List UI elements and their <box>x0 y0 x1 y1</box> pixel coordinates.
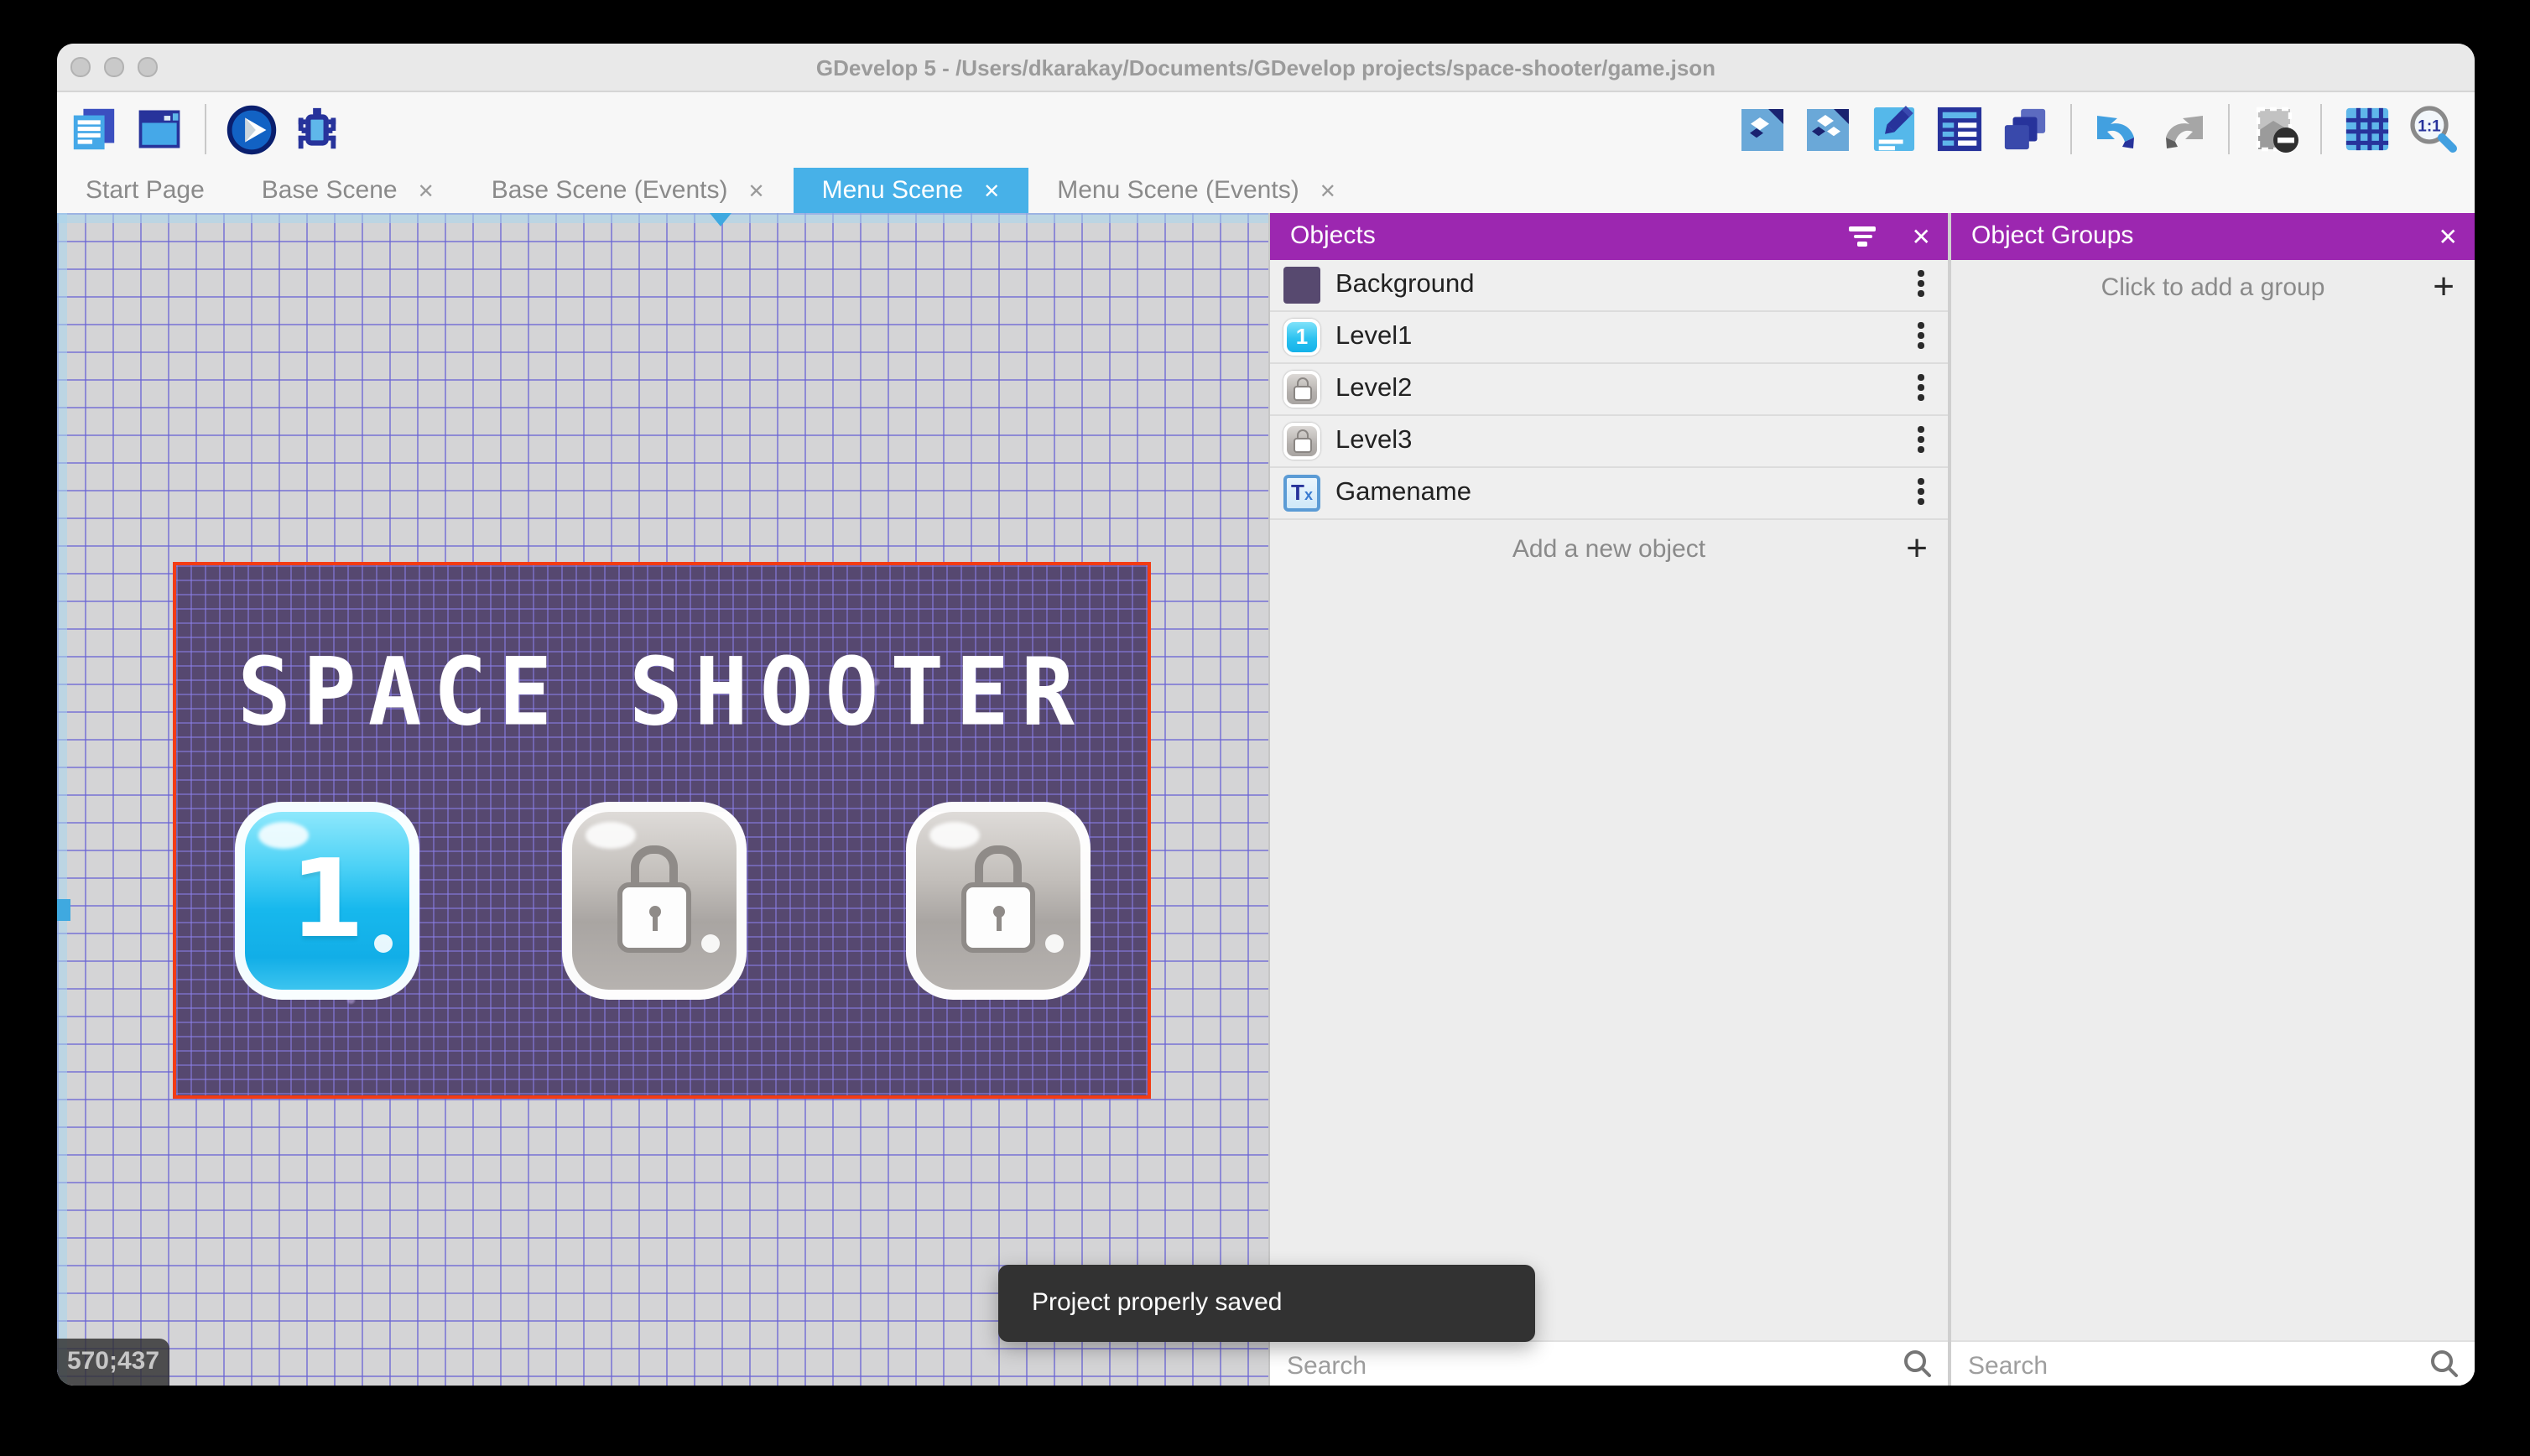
tab-label: Menu Scene <box>822 176 963 205</box>
project-manager-icon[interactable] <box>69 102 119 156</box>
toast-message: Project properly saved <box>1032 1265 1283 1342</box>
toolbar-separator <box>2070 104 2072 154</box>
objects-panel-title: Objects <box>1290 213 1376 260</box>
kebab-menu-icon[interactable] <box>1918 426 1924 452</box>
object-name: Level3 <box>1335 416 1412 466</box>
tab-menu-scene-events[interactable]: Menu Scene (Events) ✕ <box>1028 168 1365 213</box>
background-icon <box>1283 267 1320 304</box>
lock-icon <box>609 845 700 956</box>
object-name: Level2 <box>1335 364 1412 414</box>
kebab-menu-icon[interactable] <box>1918 374 1924 400</box>
add-group-label: Click to add a group <box>1951 260 2475 317</box>
tab-base-scene-events[interactable]: Base Scene (Events) ✕ <box>463 168 794 213</box>
vertical-scroll-marker[interactable] <box>57 899 70 921</box>
tab-close-icon[interactable]: ✕ <box>748 179 765 202</box>
close-icon[interactable]: ✕ <box>1912 213 1931 260</box>
object-row-level1[interactable]: 1 Level1 <box>1270 312 1948 364</box>
objects-list: Background 1 Level1Level2Level3 Tx GamenameA… <box>1270 260 1948 580</box>
editor-tabs: Start PageBase Scene✕Base Scene (Events)… <box>57 168 2475 213</box>
game-title-text[interactable]: SPACE SHOOTER <box>176 633 1148 757</box>
tab-label: Menu Scene (Events) <box>1057 176 1299 205</box>
level-1-button-instance[interactable]: 1 <box>235 802 419 1000</box>
locked-button-icon <box>1283 371 1320 408</box>
cursor-coordinates-badge: 570;437 <box>57 1339 169 1386</box>
search-icon <box>2429 1349 2460 1386</box>
screen: GDevelop 5 - /Users/dkarakay/Documents/G… <box>0 0 2530 1456</box>
debug-icon[interactable] <box>292 102 342 156</box>
scene-editor-canvas[interactable]: SPACE SHOOTER 1 <box>57 213 1268 1386</box>
add-object-row[interactable]: Add a new object+ <box>1270 520 1948 580</box>
toolbar-separator <box>205 104 206 154</box>
vertical-scrollbar-track[interactable] <box>57 213 67 1386</box>
search-icon <box>1903 1349 1933 1386</box>
add-group-plus-icon[interactable]: + <box>2433 260 2455 317</box>
gdevelop-window: GDevelop 5 - /Users/dkarakay/Documents/G… <box>57 44 2475 1386</box>
window-mask-icon[interactable] <box>2250 102 2300 156</box>
play-icon[interactable] <box>226 102 277 156</box>
kebab-menu-icon[interactable] <box>1918 270 1924 296</box>
redo-icon[interactable] <box>2158 102 2208 156</box>
tab-close-icon[interactable]: ✕ <box>983 179 1000 202</box>
object-name: Background <box>1335 260 1474 310</box>
svg-text:1:1: 1:1 <box>2418 117 2441 135</box>
object-groups-panel-title: Object Groups <box>1971 213 2133 260</box>
object-row-background[interactable]: Background <box>1270 260 1948 312</box>
kebab-menu-icon[interactable] <box>1918 478 1924 504</box>
tab-label: Base Scene (Events) <box>492 176 728 205</box>
add-object-plus-icon[interactable]: + <box>1906 520 1928 580</box>
tab-start-page[interactable]: Start Page <box>57 168 233 213</box>
level-2-button-instance[interactable] <box>562 802 747 1000</box>
objects-panel: Objects ✕ Background1Level1Level2Level3T… <box>1268 213 1948 1386</box>
object-name: Level1 <box>1335 312 1412 362</box>
close-icon[interactable]: ✕ <box>2439 213 2458 260</box>
toolbar-separator <box>2320 104 2322 154</box>
object-groups-icon[interactable] <box>1804 102 1854 156</box>
add-group-row[interactable]: Click to add a group + <box>1951 260 2475 317</box>
toolbar-separator <box>2228 104 2230 154</box>
objects-search-bar <box>1270 1340 1948 1386</box>
window-title: GDevelop 5 - /Users/dkarakay/Documents/G… <box>57 44 2475 91</box>
tab-label: Base Scene <box>262 176 398 205</box>
scene-window-icon[interactable] <box>134 102 185 156</box>
locked-button-icon <box>1283 423 1320 460</box>
text-object-icon: Tx <box>1283 475 1320 512</box>
tab-close-icon[interactable]: ✕ <box>1320 179 1336 202</box>
horizontal-scrollbar-track[interactable] <box>57 213 1268 223</box>
properties-icon[interactable] <box>1869 102 1919 156</box>
main-toolbar: 1:1 <box>57 92 2475 168</box>
objects-editor-icon[interactable] <box>1738 102 1788 156</box>
tab-close-icon[interactable]: ✕ <box>418 179 435 202</box>
tab-label: Start Page <box>86 176 205 205</box>
title-bar: GDevelop 5 - /Users/dkarakay/Documents/G… <box>57 44 2475 92</box>
level-number: 1 <box>289 839 364 963</box>
object-groups-panel: Object Groups ✕ Click to add a group + <box>1951 213 2475 1386</box>
undo-icon[interactable] <box>2092 102 2142 156</box>
tab-menu-scene[interactable]: Menu Scene ✕ <box>794 168 1029 213</box>
add-object-label: Add a new object <box>1270 520 1948 580</box>
groups-search-input[interactable] <box>1965 1342 2364 1386</box>
object-groups-panel-header: Object Groups ✕ <box>1951 213 2475 260</box>
object-row-level3[interactable]: Level3 <box>1270 416 1948 468</box>
selected-scene-background-instance[interactable]: SPACE SHOOTER 1 <box>173 562 1151 1099</box>
level-3-button-instance[interactable] <box>906 802 1091 1000</box>
tab-base-scene[interactable]: Base Scene ✕ <box>233 168 463 213</box>
level1-button-icon: 1 <box>1283 319 1320 356</box>
object-name: Gamename <box>1335 468 1471 518</box>
grid-icon[interactable] <box>2342 102 2392 156</box>
lock-icon <box>953 845 1044 956</box>
objects-panel-header: Objects ✕ <box>1270 213 1948 260</box>
object-row-gamename[interactable]: Tx Gamename <box>1270 468 1948 520</box>
objects-search-input[interactable] <box>1283 1342 1799 1386</box>
layers-icon[interactable] <box>2000 102 2050 156</box>
groups-search-bar <box>1951 1340 2475 1386</box>
save-toast: Project properly saved <box>998 1265 1535 1342</box>
filter-icon[interactable] <box>1847 226 1877 248</box>
zoom-1-1-icon[interactable]: 1:1 <box>2408 102 2458 156</box>
kebab-menu-icon[interactable] <box>1918 322 1924 348</box>
object-row-level2[interactable]: Level2 <box>1270 364 1948 416</box>
instances-list-icon[interactable] <box>1934 102 1985 156</box>
